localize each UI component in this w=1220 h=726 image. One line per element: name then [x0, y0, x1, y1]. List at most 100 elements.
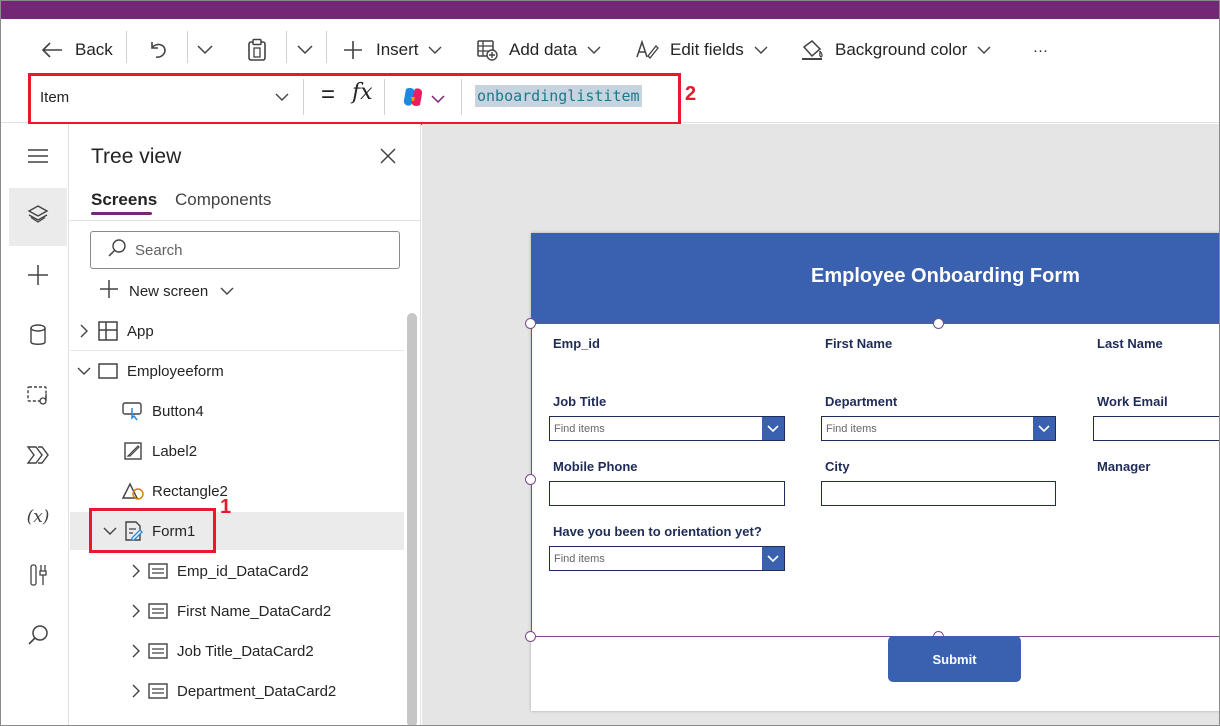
data-rail-button[interactable] [9, 308, 67, 366]
tree-item-first-name-datacard[interactable]: First Name_DataCard2 [70, 592, 404, 630]
tree-item-job-title-datacard[interactable]: Job Title_DataCard2 [70, 632, 404, 670]
chevron-down-icon [428, 46, 442, 55]
field-label-work-email: Work Email [1097, 394, 1168, 409]
tree-item-rectangle2[interactable]: Rectangle2 [70, 472, 404, 510]
more-options-button[interactable]: ··· [1033, 37, 1048, 63]
submit-button[interactable]: Submit [888, 636, 1021, 682]
back-button[interactable]: Back [41, 37, 113, 63]
form1-selection[interactable] [531, 323, 1219, 637]
insert-label: Insert [376, 40, 419, 59]
close-icon [379, 148, 397, 169]
new-screen-label: New screen [129, 282, 209, 300]
tree-item-label: Button4 [152, 402, 204, 420]
power-automate-rail-button[interactable] [9, 428, 67, 486]
command-bar: Back Insert Add data Edit fields Backgro… [1, 19, 1219, 77]
tree-item-employeeform[interactable]: Employeeform [70, 352, 404, 390]
chevron-right-icon [76, 323, 92, 339]
chevron-right-icon [128, 643, 144, 659]
clipboard-icon [246, 38, 268, 62]
callout-2: 2 [685, 83, 697, 105]
add-data-button[interactable]: Add data [476, 37, 601, 63]
tree-item-label: Job Title_DataCard2 [177, 642, 314, 660]
layers-icon [27, 204, 49, 231]
media-icon [26, 384, 50, 411]
field-label-manager: Manager [1097, 459, 1151, 474]
hamburger-menu-button[interactable] [9, 129, 67, 187]
tree-item-button4[interactable]: Button4 [70, 392, 404, 430]
department-combobox[interactable]: Find items [821, 416, 1056, 441]
search-icon [107, 238, 127, 262]
resize-handle[interactable] [933, 318, 944, 329]
job-title-combobox[interactable]: Find items [549, 416, 785, 441]
resize-handle[interactable] [525, 318, 536, 329]
resize-handle[interactable] [525, 631, 536, 642]
app-icon [96, 319, 120, 343]
new-screen-button[interactable]: New screen [98, 279, 234, 303]
tree-item-app[interactable]: App [70, 312, 404, 350]
paste-button[interactable] [246, 37, 268, 63]
chevron-right-icon [128, 603, 144, 619]
tab-screens[interactable]: Screens [91, 190, 157, 210]
form-title: Employee Onboarding Form [811, 265, 1080, 287]
tree-item-label: Emp_id_DataCard2 [177, 562, 309, 580]
tree-item-emp-id-datacard[interactable]: Emp_id_DataCard2 [70, 552, 404, 590]
field-label-last-name: Last Name [1097, 336, 1163, 351]
search-placeholder: Search [135, 241, 183, 259]
plus-icon [27, 264, 49, 291]
field-label-orientation: Have you been to orientation yet? [553, 524, 762, 539]
plus-icon [98, 278, 120, 304]
text-edit-icon [635, 39, 659, 61]
tree-scrollbar[interactable] [407, 313, 417, 725]
tree-item-label: Department_DataCard2 [177, 682, 337, 700]
tree-item-label: Rectangle2 [152, 482, 228, 500]
tools-rail-button[interactable] [9, 548, 67, 606]
resize-handle[interactable] [525, 474, 536, 485]
background-color-button[interactable]: Background color [801, 37, 991, 63]
button-control-icon [121, 399, 145, 423]
media-rail-button[interactable] [9, 368, 67, 426]
insert-rail-button[interactable] [9, 248, 67, 306]
tree-item-label2[interactable]: Label2 [70, 432, 404, 470]
combobox-placeholder: Find items [554, 552, 605, 565]
tree-item-label: App [127, 322, 154, 340]
tree-view-rail-button[interactable] [9, 188, 67, 246]
tab-components[interactable]: Components [175, 190, 271, 210]
datacard-icon [146, 679, 170, 703]
tools-icon [28, 563, 48, 592]
screen-icon [96, 359, 120, 383]
callout-1: 1 [220, 496, 232, 518]
close-button[interactable] [379, 147, 397, 170]
tree-item-label: Label2 [152, 442, 198, 460]
highlight-box-form1 [89, 508, 216, 553]
city-input[interactable] [821, 481, 1056, 506]
search-input[interactable]: Search [90, 231, 400, 269]
tree-item-department-datacard[interactable]: Department_DataCard2 [70, 672, 404, 710]
work-email-input[interactable] [1093, 416, 1219, 441]
undo-dropdown-button[interactable] [197, 37, 213, 63]
variables-rail-button[interactable]: (x) [9, 488, 67, 546]
search-rail-button[interactable] [9, 608, 67, 666]
arrow-left-icon [41, 41, 63, 59]
database-add-icon [476, 39, 498, 61]
undo-button[interactable] [147, 37, 169, 63]
edit-fields-button[interactable]: Edit fields [635, 37, 768, 63]
more-label: ··· [1033, 41, 1048, 59]
datacard-icon [146, 559, 170, 583]
background-color-label: Background color [835, 40, 968, 59]
mobile-phone-input[interactable] [549, 481, 785, 506]
chevron-down-icon [587, 46, 601, 55]
insert-button[interactable]: Insert [343, 37, 442, 63]
hamburger-icon [27, 148, 49, 169]
undo-icon [147, 39, 169, 61]
back-label: Back [75, 40, 113, 59]
label-control-icon [121, 439, 145, 463]
datacard-icon [146, 599, 170, 623]
plus-icon [343, 40, 363, 60]
edit-fields-label: Edit fields [670, 40, 744, 59]
orientation-combobox[interactable]: Find items [549, 546, 785, 571]
field-label-city: City [825, 459, 850, 474]
paste-dropdown-button[interactable] [297, 37, 313, 63]
shape-control-icon [121, 479, 145, 503]
combobox-placeholder: Find items [826, 422, 877, 435]
power-automate-icon [26, 445, 50, 470]
